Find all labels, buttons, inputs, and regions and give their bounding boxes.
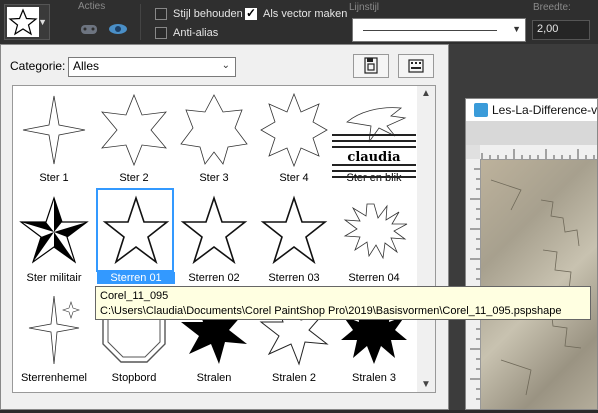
save-shape-button[interactable] [353, 54, 389, 78]
vertical-scrollbar[interactable]: ▲ ▼ [417, 86, 435, 392]
shape-label: Ster militair [26, 272, 82, 284]
acties-label: Acties [78, 1, 106, 12]
keyboard-button[interactable] [398, 54, 434, 78]
image-canvas[interactable] [481, 160, 597, 409]
shape-item-sterrenhemel[interactable]: Sterrenhemel [15, 290, 93, 390]
stijl-behouden-label: Stijl behouden [173, 8, 243, 20]
shape-label: Sterren 03 [268, 272, 320, 284]
shape-item-sterren-03[interactable]: Sterren 03 [255, 190, 333, 290]
shape-tooltip: Corel_11_095 C:\Users\Claudia\Documents\… [95, 286, 591, 320]
horizontal-ruler [480, 145, 597, 160]
shape-label: Sterren 02 [188, 272, 240, 284]
breedte-label: Breedte: [533, 2, 571, 13]
psp-image-icon [474, 103, 488, 117]
sparkle-star-icon [28, 295, 80, 365]
tooltip-name: Corel_11_095 [100, 290, 169, 302]
shape-item-sterren-01[interactable]: Sterren 01 [96, 188, 175, 290]
shape-item-ster-militair[interactable]: Ster militair [15, 190, 93, 290]
preset-shape-picker[interactable]: ▼ [4, 4, 50, 40]
image-title: Les-La-Difference-v [492, 103, 598, 117]
chevron-down-icon: ▼ [512, 24, 521, 34]
shape-label: Sterrenhemel [20, 372, 88, 384]
image-titlebar[interactable]: Les-La-Difference-v [466, 99, 597, 121]
watermark-text: claudia [347, 150, 401, 165]
shape-label: Stralen [196, 372, 232, 384]
anti-alias-checkbox[interactable] [155, 27, 167, 39]
five-point-star-icon [260, 195, 328, 265]
vertical-ruler [466, 159, 481, 409]
six-point-star-icon [101, 93, 167, 167]
shape-item-sterren-02[interactable]: Sterren 02 [175, 190, 253, 290]
preset-shapes-dialog: Categorie: Alles ⌄ Ster 1 Ster 2 Ster 3 … [0, 44, 449, 410]
shape-label: Ster 1 [39, 172, 69, 184]
breedte-value: 2,00 [537, 23, 559, 35]
shape-label: Ster 2 [119, 172, 149, 184]
shape-item-ster-2[interactable]: Ster 2 [95, 90, 173, 190]
shape-item-ster-1[interactable]: Ster 1 [15, 90, 93, 190]
image-window[interactable]: Les-La-Difference-v [465, 98, 598, 410]
category-select[interactable]: Alles ⌄ [68, 57, 236, 77]
gamepad-icon[interactable] [80, 22, 98, 39]
shape-item-ster-4[interactable]: Ster 4 [255, 90, 333, 190]
category-label: Categorie: [10, 59, 66, 73]
divider [140, 4, 141, 40]
shape-item-ster-3[interactable]: Ster 3 [175, 90, 253, 190]
anti-alias-label: Anti-alias [173, 27, 219, 39]
scroll-up-icon[interactable]: ▲ [421, 88, 431, 99]
shape-label: Ster 3 [199, 172, 229, 184]
five-point-star-icon [102, 195, 170, 265]
line-sample [363, 30, 497, 31]
tool-options-bar: ▼ Acties Stijl behouden Als vector maken… [0, 0, 598, 45]
military-star-icon [19, 196, 89, 264]
shape-item-sterren-04[interactable]: Sterren 04 [335, 190, 413, 290]
shape-label: Stopbord [111, 372, 157, 384]
seven-point-star-icon [180, 94, 248, 165]
chevron-down-icon: ⌄ [221, 60, 230, 71]
starburst-icon [343, 203, 408, 260]
shape-label: Ster 4 [279, 172, 309, 184]
tooltip-path: C:\Users\Claudia\Documents\Corel PaintSh… [100, 305, 562, 317]
shape-label: Sterren 01 [97, 272, 175, 284]
ruler-corner [466, 145, 480, 159]
breedte-input[interactable]: 2,00 [532, 20, 590, 40]
five-point-star-icon [180, 195, 248, 265]
category-value: Alles [73, 59, 100, 73]
watermark-logo: claudia [332, 128, 416, 184]
als-vector-maken-checkbox[interactable] [245, 6, 257, 20]
shape-label: Stralen 3 [351, 372, 397, 384]
star-preview-icon [7, 7, 39, 37]
lijnstijl-label: Lijnstijl [349, 2, 380, 13]
stijl-behouden-checkbox[interactable] [155, 8, 167, 20]
shape-label: Sterren 04 [348, 272, 400, 284]
shape-label: Stralen 2 [271, 372, 317, 384]
als-vector-maken-label: Als vector maken [263, 8, 348, 20]
eye-icon[interactable] [108, 23, 128, 38]
line-style-dropdown[interactable]: ▼ [352, 18, 526, 42]
scroll-down-icon[interactable]: ▼ [421, 379, 431, 390]
chevron-down-icon: ▼ [38, 17, 47, 27]
four-point-star-icon [22, 95, 86, 165]
eight-point-star-icon [260, 92, 328, 168]
